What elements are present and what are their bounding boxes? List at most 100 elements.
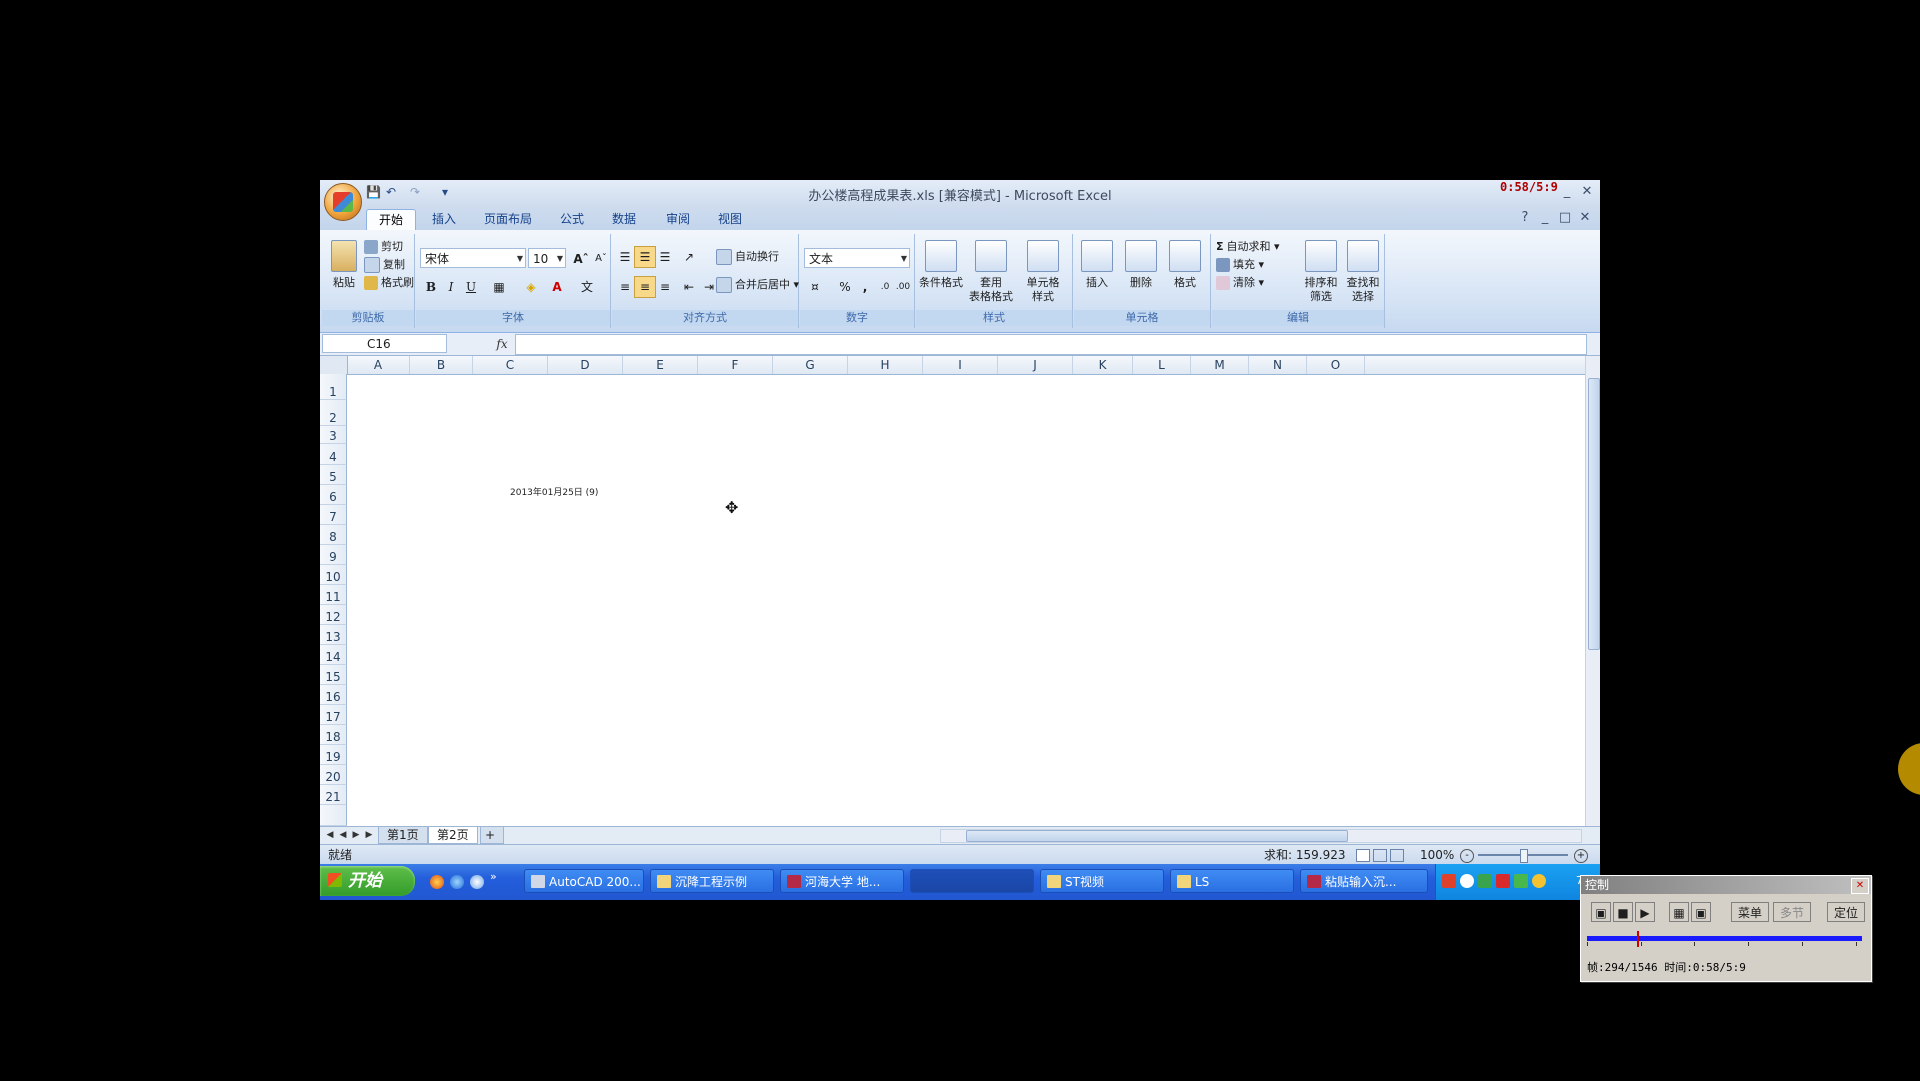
tray-app-icon[interactable] <box>1532 874 1546 888</box>
tab-review[interactable]: 审阅 <box>654 209 702 229</box>
column-header[interactable]: O <box>1307 356 1365 374</box>
prev-sheet-icon[interactable]: ◀ <box>337 828 349 842</box>
zoom-level[interactable]: 100% <box>1420 845 1454 865</box>
delete-cells-button[interactable]: 删除 <box>1118 240 1164 290</box>
taskbar-item-autocad[interactable]: AutoCAD 200... <box>524 869 644 893</box>
playback-position-marker[interactable] <box>1637 931 1639 947</box>
column-header[interactable]: N <box>1249 356 1307 374</box>
zoom-slider-thumb[interactable] <box>1520 849 1528 863</box>
vertical-scroll-thumb[interactable] <box>1588 378 1600 650</box>
clear-button[interactable]: 清除 ▾ <box>1216 274 1264 292</box>
row-header[interactable]: 15 <box>320 665 347 685</box>
save-icon[interactable]: 💾 <box>366 185 381 199</box>
comma-button[interactable]: , <box>854 276 876 298</box>
customize-qat-icon[interactable]: ▾ <box>438 185 452 199</box>
horizontal-scroll-thumb[interactable] <box>966 830 1348 842</box>
doc-close-button[interactable]: ✕ <box>1576 210 1594 226</box>
select-all-corner[interactable] <box>320 356 348 374</box>
font-name-combo[interactable]: 宋体 ▼ <box>420 248 526 268</box>
tab-page-layout[interactable]: 页面布局 <box>472 209 544 229</box>
autosum-button[interactable]: Σ 自动求和 ▾ <box>1216 238 1280 256</box>
borders-icon[interactable]: ▦ <box>488 276 510 298</box>
format-cells-button[interactable]: 格式 <box>1162 240 1208 290</box>
network-icon[interactable] <box>1478 874 1492 888</box>
doc-minimize-button[interactable]: _ <box>1536 210 1554 226</box>
column-header[interactable]: A <box>347 356 410 374</box>
horizontal-scrollbar[interactable] <box>940 829 1582 843</box>
column-header[interactable]: I <box>923 356 998 374</box>
row-header[interactable]: 5 <box>320 465 347 485</box>
taskbar-item-hohai[interactable]: 河海大学 地... <box>780 869 904 893</box>
stop-icon[interactable]: ■ <box>1613 902 1633 922</box>
chrome-icon[interactable] <box>430 875 444 889</box>
office-button[interactable] <box>324 183 362 221</box>
taskbar-item-paste-input[interactable]: 粘贴输入沉... <box>1300 869 1428 893</box>
row-header[interactable]: 1 <box>320 374 347 400</box>
play-icon[interactable]: ▶ <box>1635 902 1655 922</box>
playback-progress-track[interactable] <box>1587 936 1862 941</box>
insert-function-icon[interactable]: fx <box>492 335 512 353</box>
tab-view[interactable]: 视图 <box>706 209 754 229</box>
row-header[interactable]: 7 <box>320 505 347 525</box>
fill-button[interactable]: 填充 ▾ <box>1216 256 1264 274</box>
row-header[interactable]: 10 <box>320 565 347 585</box>
row-header[interactable]: 16 <box>320 685 347 705</box>
row-header[interactable]: 18 <box>320 725 347 745</box>
undo-icon[interactable]: ↶ <box>384 185 398 199</box>
tab-data[interactable]: 数据 <box>600 209 648 229</box>
worksheet-grid[interactable]: A B C D E F G H I J K L M N O 1 2 3 4 5 … <box>320 356 1585 826</box>
last-sheet-icon[interactable]: ▶ <box>363 828 375 842</box>
sheet-tab-2[interactable]: 第2页 <box>428 827 478 844</box>
fit-window-icon[interactable]: ▦ <box>1669 902 1689 922</box>
align-right-icon[interactable]: ≡ <box>654 276 676 298</box>
cell-styles-button[interactable]: 单元格 样式 <box>1020 240 1066 304</box>
taskbar-item-ls[interactable]: LS <box>1170 869 1294 893</box>
minimize-button[interactable]: _ <box>1558 184 1576 200</box>
fill-color-icon[interactable]: ◈ <box>520 276 542 298</box>
merge-center-button[interactable]: 合并后居中 ▾ <box>716 276 799 294</box>
align-center-icon[interactable]: ≡ <box>634 276 656 298</box>
column-header[interactable]: F <box>698 356 773 374</box>
cell-b5[interactable]: 2013年01月25日 (9) <box>510 485 598 498</box>
column-header[interactable]: C <box>473 356 548 374</box>
security-icon[interactable] <box>1514 874 1528 888</box>
insert-cells-button[interactable]: 插入 <box>1074 240 1120 290</box>
decrease-decimal-icon[interactable]: .00 <box>892 276 914 298</box>
row-header[interactable]: 21 <box>320 785 347 805</box>
currency-icon[interactable]: ¤ <box>804 276 826 298</box>
row-header[interactable]: 6 <box>320 485 347 505</box>
format-as-table-button[interactable]: 套用 表格格式 <box>968 240 1014 304</box>
orientation-icon[interactable]: ↗ <box>678 246 700 268</box>
redo-icon[interactable]: ↷ <box>408 185 422 199</box>
shrink-font-button[interactable]: Aˇ <box>590 248 612 270</box>
sections-button[interactable]: 多节 <box>1773 902 1811 922</box>
font-size-combo[interactable]: 10 ▼ <box>528 248 566 268</box>
conditional-format-button[interactable]: 条件格式 <box>918 240 964 290</box>
locate-button[interactable]: 定位 <box>1827 902 1865 922</box>
column-header[interactable]: K <box>1073 356 1133 374</box>
zoom-out-icon[interactable]: - <box>1460 849 1474 863</box>
grow-font-button[interactable]: Aˆ <box>570 248 592 270</box>
row-header[interactable]: 17 <box>320 705 347 725</box>
tab-formulas[interactable]: 公式 <box>548 209 596 229</box>
phonetic-icon[interactable]: 文 <box>576 276 598 298</box>
acrobat-icon[interactable] <box>1496 874 1510 888</box>
column-header[interactable]: L <box>1133 356 1191 374</box>
name-box[interactable]: C16 <box>322 334 447 353</box>
align-left-icon[interactable]: ≡ <box>614 276 636 298</box>
tab-insert[interactable]: 插入 <box>420 209 468 229</box>
find-select-button[interactable]: 查找和 选择 <box>1340 240 1386 304</box>
ie-icon[interactable] <box>450 875 464 889</box>
column-header[interactable]: D <box>548 356 623 374</box>
row-header[interactable]: 14 <box>320 645 347 665</box>
row-header[interactable]: 2 <box>320 400 347 426</box>
row-header[interactable]: 19 <box>320 745 347 765</box>
row-header[interactable]: 8 <box>320 525 347 545</box>
column-header[interactable]: G <box>773 356 848 374</box>
cut-button[interactable]: 剪切 <box>364 238 403 256</box>
vertical-scrollbar[interactable] <box>1585 356 1600 826</box>
quicklaunch-more-icon[interactable]: » <box>490 870 497 883</box>
underline-button[interactable]: U <box>460 276 482 298</box>
page-layout-view-icon[interactable] <box>1373 849 1387 862</box>
row-header[interactable]: 20 <box>320 765 347 785</box>
